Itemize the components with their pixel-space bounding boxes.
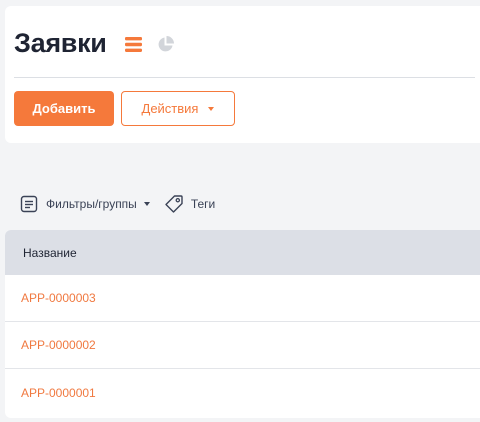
column-header-name[interactable]: Название <box>23 246 77 260</box>
filter-list-icon <box>20 195 38 213</box>
tags-label: Теги <box>190 197 216 211</box>
table-row: APP-0000002 <box>5 322 480 369</box>
table-row: APP-0000001 <box>5 369 480 416</box>
pie-chart-icon[interactable] <box>156 35 175 54</box>
tag-icon <box>165 195 183 213</box>
page-title: Заявки <box>14 28 107 58</box>
chevron-down-icon <box>208 106 215 111</box>
actions-dropdown-button[interactable]: Действия <box>121 91 235 126</box>
header-divider <box>14 77 475 78</box>
tags-button[interactable]: Теги <box>164 194 215 214</box>
actions-label: Действия <box>141 101 199 116</box>
request-link[interactable]: APP-0000001 <box>21 386 96 400</box>
filter-bar: Фильтры/группы Теги <box>20 193 215 215</box>
add-button[interactable]: Добавить <box>14 91 114 126</box>
requests-table: Название APP-0000003 APP-0000002 APP-000… <box>5 230 480 418</box>
filters-label: Фильтры/группы <box>46 197 137 211</box>
request-link[interactable]: APP-0000003 <box>21 291 96 305</box>
list-view-icon[interactable] <box>124 36 144 53</box>
table-header: Название <box>5 230 480 275</box>
request-link[interactable]: APP-0000002 <box>21 338 96 352</box>
chevron-down-icon <box>143 202 150 206</box>
table-row: APP-0000003 <box>5 275 480 322</box>
filters-groups-button[interactable]: Фильтры/группы <box>20 195 150 213</box>
